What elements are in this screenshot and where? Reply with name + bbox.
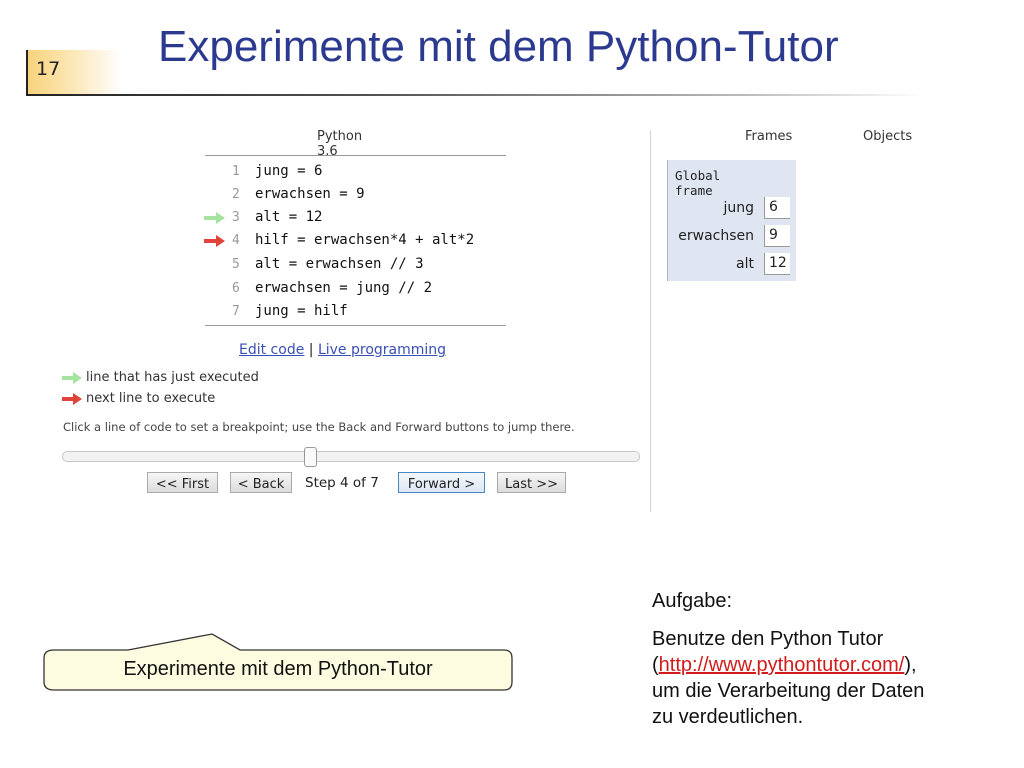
link-separator: |: [308, 342, 314, 358]
just-executed-arrow-icon: [204, 212, 225, 224]
code-top-rule: [205, 155, 506, 156]
line-number: 7: [232, 304, 240, 319]
slide-number: 17: [36, 58, 61, 80]
live-programming-link[interactable]: Live programming: [318, 342, 446, 358]
global-frame-title: Global frame: [675, 168, 721, 198]
code-line-7[interactable]: 7 jung = hilf: [200, 302, 520, 324]
task-line-4: zu verdeutlichen.: [652, 706, 804, 728]
code-bottom-rule: [205, 325, 506, 326]
task-line-2: (http://www.pythontutor.com/),: [652, 652, 917, 678]
variable-name: alt: [736, 256, 754, 272]
code-line-4[interactable]: 4 hilf = erwachsen*4 + alt*2: [200, 231, 520, 253]
task-line-3: um die Verarbeitung der Daten: [652, 680, 925, 702]
code-line-3[interactable]: 3 alt = 12: [200, 208, 520, 230]
last-button[interactable]: Last >>: [497, 472, 566, 493]
legend-just-executed-text: line that has just executed: [86, 370, 259, 385]
code-line-1[interactable]: 1 jung = 6: [200, 162, 520, 184]
paren-close: ),: [904, 654, 917, 676]
line-number: 2: [232, 187, 240, 202]
code-line-2[interactable]: 2 erwachsen = 9: [200, 185, 520, 207]
line-source: jung = 6: [255, 163, 323, 179]
step-slider-track[interactable]: [62, 451, 640, 462]
next-line-arrow-icon: [62, 393, 82, 405]
line-number: 5: [232, 257, 240, 272]
slide-number-bar: [26, 50, 28, 96]
step-slider-handle[interactable]: [304, 447, 317, 467]
edit-code-link[interactable]: Edit code: [239, 342, 304, 358]
pythontutor-link[interactable]: http://www.pythontutor.com/: [659, 654, 905, 676]
variable-value: 12: [764, 253, 790, 275]
caption-text: Experimente mit dem Python-Tutor: [123, 658, 433, 680]
paren-open: (: [652, 654, 659, 676]
line-source: erwachsen = 9: [255, 186, 365, 202]
objects-header: Objects: [863, 129, 913, 144]
line-number: 4: [232, 233, 240, 248]
forward-button[interactable]: Forward >: [398, 472, 485, 493]
variable-name: erwachsen: [678, 228, 754, 244]
variable-value: 6: [764, 197, 790, 219]
slide-title: Experimente mit dem Python-Tutor: [158, 22, 839, 71]
line-number: 6: [232, 281, 240, 296]
panel-divider: [650, 130, 651, 512]
breakpoint-hint: Click a line of code to set a breakpoint…: [63, 420, 575, 434]
next-line-arrow-icon: [204, 235, 225, 247]
step-counter: Step 4 of 7: [305, 475, 379, 491]
task-heading: Aufgabe:: [652, 590, 733, 612]
variable-name: jung: [723, 200, 754, 216]
line-source: alt = erwachsen // 3: [255, 256, 424, 272]
slide-number-badge: 17: [26, 50, 122, 94]
title-underline: [26, 94, 926, 96]
just-executed-arrow-icon: [62, 372, 82, 384]
task-line-1: Benutze den Python Tutor: [652, 628, 884, 650]
back-button[interactable]: < Back: [230, 472, 292, 493]
legend-next-line-text: next line to execute: [86, 391, 216, 406]
code-line-5[interactable]: 5 alt = erwachsen // 3: [200, 255, 520, 277]
edit-links: Edit code | Live programming: [239, 342, 446, 358]
line-number: 1: [232, 164, 240, 179]
first-button[interactable]: << First: [147, 472, 218, 493]
line-source: alt = 12: [255, 209, 323, 225]
variable-value: 9: [764, 225, 790, 247]
line-source: hilf = erwachsen*4 + alt*2: [255, 232, 475, 248]
frames-header: Frames: [745, 129, 793, 144]
line-source: jung = hilf: [255, 303, 348, 319]
line-source: erwachsen = jung // 2: [255, 280, 433, 296]
code-line-6[interactable]: 6 erwachsen = jung // 2: [200, 279, 520, 301]
line-number: 3: [232, 210, 240, 225]
